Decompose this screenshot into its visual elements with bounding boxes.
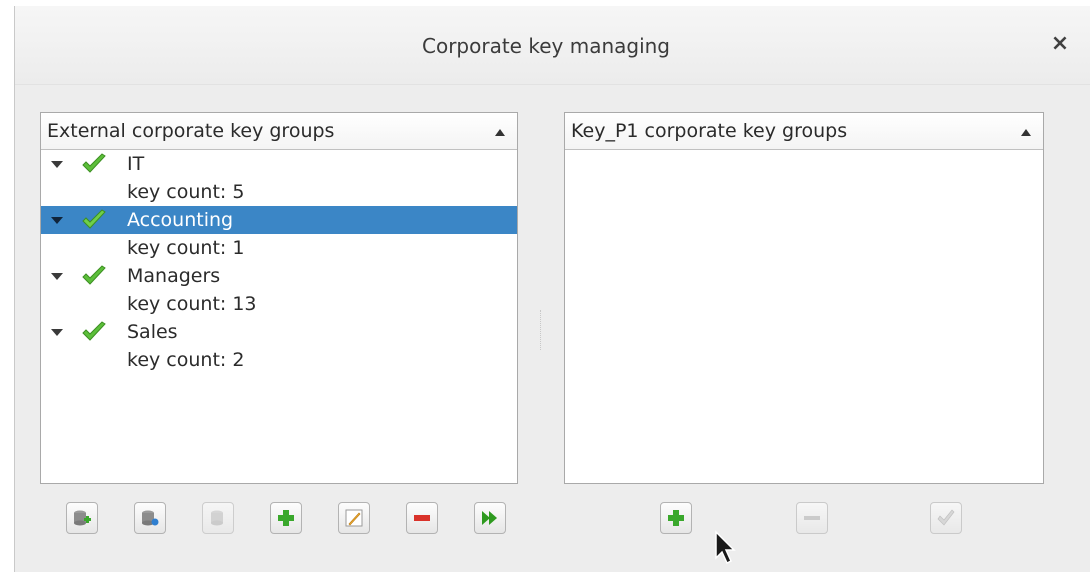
checkmark-icon — [937, 509, 955, 526]
group-row-it[interactable]: IT — [41, 150, 517, 178]
key-count-label: key count: 13 — [127, 293, 257, 315]
checkmark-icon — [82, 321, 106, 341]
edit-group-button[interactable] — [338, 502, 370, 534]
group-name: Sales — [127, 321, 178, 343]
group-name: Accounting — [127, 209, 234, 231]
key-p1-groups-panel: Key_P1 corporate key groups — [564, 112, 1044, 484]
add-key-group-button[interactable] — [660, 502, 692, 534]
key-p1-groups-header[interactable]: Key_P1 corporate key groups — [565, 113, 1043, 150]
database-disabled-icon — [211, 510, 223, 526]
dialog-title: Corporate key managing — [422, 34, 670, 58]
expander-icon[interactable] — [51, 161, 63, 168]
sort-ascending-icon — [1021, 129, 1031, 136]
external-groups-header[interactable]: External corporate key groups — [41, 113, 517, 150]
remove-key-group-button[interactable] — [796, 502, 828, 534]
group-detail-row[interactable]: key count: 1 — [41, 234, 517, 262]
add-group-button[interactable] — [270, 502, 302, 534]
group-row-sales[interactable]: Sales — [41, 318, 517, 346]
sort-ascending-icon — [495, 129, 505, 136]
plus-icon — [278, 510, 294, 526]
checkmark-icon — [82, 209, 106, 229]
forward-icon — [482, 511, 497, 525]
close-button[interactable]: × — [1048, 32, 1072, 56]
minus-icon — [414, 515, 430, 521]
pencil-icon — [345, 509, 363, 527]
expander-icon[interactable] — [51, 217, 63, 224]
remove-group-button[interactable] — [406, 502, 438, 534]
title-bar[interactable]: Corporate key managing × — [15, 6, 1090, 85]
key-p1-groups-header-label: Key_P1 corporate key groups — [571, 120, 848, 142]
add-database-button[interactable] — [66, 502, 98, 534]
transfer-group-button[interactable] — [474, 502, 506, 534]
group-row-accounting[interactable]: Accounting — [41, 206, 517, 234]
group-detail-row[interactable]: key count: 13 — [41, 290, 517, 318]
group-row-managers[interactable]: Managers — [41, 262, 517, 290]
checkmark-icon — [82, 265, 106, 285]
key-count-label: key count: 1 — [127, 237, 245, 259]
expander-icon[interactable] — [51, 329, 63, 336]
mouse-pointer-icon — [715, 530, 736, 565]
minus-icon — [804, 516, 820, 520]
database-disabled-button[interactable] — [202, 502, 234, 534]
key-count-label: key count: 5 — [127, 181, 245, 203]
expander-icon[interactable] — [51, 273, 63, 280]
database-import-icon — [142, 510, 159, 526]
import-database-button[interactable] — [134, 502, 166, 534]
checkmark-icon — [82, 153, 106, 173]
apply-key-group-button[interactable] — [930, 502, 962, 534]
panel-splitter[interactable] — [540, 310, 545, 350]
external-groups-panel: External corporate key groups IT key cou… — [40, 112, 518, 484]
database-add-icon — [74, 510, 91, 526]
group-name: IT — [127, 153, 145, 175]
plus-icon — [668, 510, 684, 526]
group-name: Managers — [127, 265, 221, 287]
external-groups-header-label: External corporate key groups — [47, 120, 335, 142]
group-detail-row[interactable]: key count: 2 — [41, 346, 517, 374]
key-count-label: key count: 2 — [127, 349, 245, 371]
group-detail-row[interactable]: key count: 5 — [41, 178, 517, 206]
